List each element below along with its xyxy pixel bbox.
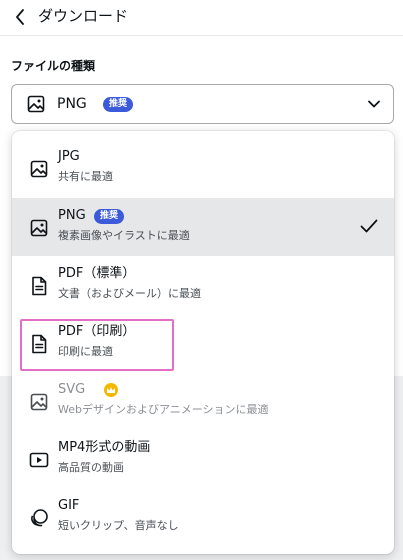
crown-icon: [104, 383, 118, 397]
option-title: PDF（印刷）: [58, 324, 136, 339]
option-title: JPG: [58, 149, 80, 164]
option-title: PDF（標準）: [58, 266, 136, 281]
option-description: 複素画像やイラストに最適: [58, 229, 190, 242]
image-icon: [28, 391, 50, 413]
chevron-down-icon: [368, 100, 380, 108]
checkmark-icon: [360, 219, 378, 233]
option-title: MP4形式の動画: [58, 440, 151, 455]
chevron-left-icon: [16, 9, 24, 25]
option-png[interactable]: PNG 推奨 複素画像やイラストに最適: [12, 198, 394, 256]
gif-icon: [28, 507, 50, 529]
option-title: GIF: [58, 498, 80, 513]
image-icon: [28, 217, 50, 239]
image-icon: [28, 158, 50, 180]
option-description: 短いクリップ、音声なし: [58, 519, 179, 532]
file-type-menu: JPG 共有に最適 PNG 推奨 複素画像やイラストに最適 PDF（標準） 文書…: [12, 131, 394, 554]
image-icon: [27, 95, 45, 113]
option-title: PNG: [58, 208, 86, 223]
option-svg[interactable]: SVG Webデザインおよびアニメーションに最適: [12, 372, 394, 430]
option-description: 共有に最適: [58, 170, 113, 183]
file-type-label: ファイルの種類: [11, 59, 96, 73]
option-description: 文書（およびメール）に最適: [58, 287, 201, 300]
document-icon: [28, 333, 50, 355]
option-description: 印刷に最適: [58, 345, 113, 358]
recommended-badge: 推奨: [94, 209, 125, 224]
recommended-badge: 推奨: [103, 97, 134, 112]
file-type-select[interactable]: PNG 推奨: [11, 84, 394, 124]
option-pdf-print[interactable]: PDF（印刷） 印刷に最適: [12, 314, 394, 372]
option-mp4[interactable]: MP4形式の動画 高品質の動画: [12, 430, 394, 488]
video-icon: [28, 449, 50, 471]
selected-file-type: PNG: [57, 96, 87, 112]
header: ダウンロード: [0, 0, 403, 36]
back-button[interactable]: [10, 6, 30, 28]
option-pdf-standard[interactable]: PDF（標準） 文書（およびメール）に最適: [12, 256, 394, 314]
option-description: Webデザインおよびアニメーションに最適: [58, 403, 269, 416]
option-description: 高品質の動画: [58, 461, 124, 474]
page-title: ダウンロード: [38, 7, 129, 25]
option-title: SVG: [58, 382, 86, 397]
option-gif[interactable]: GIF 短いクリップ、音声なし: [12, 488, 394, 546]
option-jpg[interactable]: JPG 共有に最適: [12, 139, 394, 197]
document-icon: [28, 275, 50, 297]
